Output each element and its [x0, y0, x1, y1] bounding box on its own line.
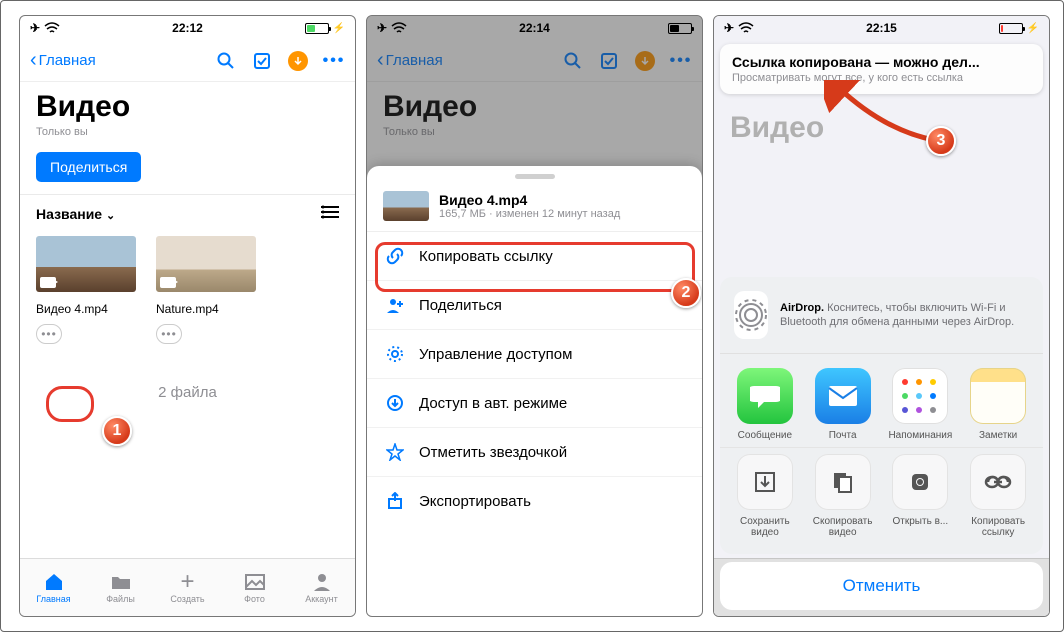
file-count: 2 файла [20, 384, 355, 401]
file-tile[interactable]: Видео 4.mp4 ••• [36, 236, 136, 344]
action-open-in[interactable]: Открыть в... [888, 454, 954, 538]
toast-subtitle: Просматривать могут все, у кого есть ссы… [732, 72, 1031, 84]
ios-share-sheet: AirDrop. Коснитесь, чтобы включить Wi-Fi… [720, 277, 1043, 610]
toast-title: Ссылка копирована — можно дел... [732, 54, 1031, 70]
tab-account[interactable]: Аккаунт [288, 559, 355, 616]
file-thumbnail [156, 236, 256, 292]
share-app-mail[interactable]: Почта [810, 368, 876, 441]
offline-icon [385, 393, 405, 413]
video-icon [40, 277, 56, 288]
file-more-button[interactable]: ••• [156, 324, 182, 344]
airdrop-icon [734, 291, 768, 339]
battery-icon [999, 23, 1023, 34]
cancel-button[interactable]: Отменить [720, 562, 1043, 610]
share-apps-row: Сообщение Почта Напоминания Замет [720, 354, 1043, 447]
search-icon[interactable] [215, 50, 237, 72]
status-time: 22:15 [866, 21, 897, 35]
menu-export[interactable]: Экспортировать [367, 477, 702, 525]
share-app-notes[interactable]: Заметки [965, 368, 1031, 441]
menu-manage-access[interactable]: Управление доступом [367, 330, 702, 379]
charging-icon: ⚡ [333, 23, 345, 34]
sheet-file-title: Видео 4.mp4 [439, 192, 620, 208]
tab-home[interactable]: Главная [20, 559, 87, 616]
file-name: Nature.mp4 [156, 302, 256, 316]
menu-share[interactable]: Поделиться [367, 281, 702, 330]
video-icon [160, 277, 176, 288]
sheet-grabber[interactable] [515, 174, 555, 179]
file-name: Видео 4.mp4 [36, 302, 136, 316]
airdrop-row[interactable]: AirDrop. Коснитесь, чтобы включить Wi-Fi… [720, 277, 1043, 354]
step-badge-1: 1 [102, 416, 132, 446]
action-sheet: Видео 4.mp4 165,7 МБ · изменен 12 минут … [367, 166, 702, 616]
phone-screen-1: ✈ 22:12 ⚡ ‹ Главная ••• Видео Только вы … [19, 15, 356, 617]
back-label: Главная [39, 52, 96, 69]
sort-label: Название [36, 206, 102, 222]
status-bar: ✈ 22:15 ⚡ [714, 16, 1049, 40]
back-button[interactable]: ‹ Главная [30, 49, 96, 72]
menu-star[interactable]: Отметить звездочкой [367, 428, 702, 477]
charging-icon: ⚡ [1027, 23, 1039, 34]
menu-offline[interactable]: Доступ в авт. режиме [367, 379, 702, 428]
file-grid: Видео 4.mp4 ••• Nature.mp4 ••• [20, 232, 355, 348]
phone-screen-2: ✈ 22:14 ‹Главная ••• Видео Только вы Вид… [366, 15, 703, 617]
chevron-left-icon: ‹ [30, 49, 37, 72]
page-subtitle: Только вы [20, 124, 355, 146]
airplane-icon: ✈ [724, 21, 734, 35]
page-title: Видео [20, 82, 355, 124]
sheet-file-meta: 165,7 МБ · изменен 12 минут назад [439, 208, 620, 220]
action-save-video[interactable]: Сохранить видео [732, 454, 798, 538]
export-icon [385, 491, 405, 511]
status-time: 22:12 [172, 21, 203, 35]
file-thumbnail [36, 236, 136, 292]
action-copy-video[interactable]: Скопировать видео [810, 454, 876, 538]
wifi-icon [44, 22, 60, 34]
chevron-down-icon: ⌄ [106, 210, 115, 222]
tab-create[interactable]: +Создать [154, 559, 221, 616]
airplane-icon: ✈ [30, 21, 40, 35]
page-title-blurred: Видео [730, 111, 824, 145]
tab-files[interactable]: Файлы [87, 559, 154, 616]
file-tile[interactable]: Nature.mp4 ••• [156, 236, 256, 344]
status-bar: ✈ 22:12 ⚡ [20, 16, 355, 40]
link-icon [385, 246, 405, 266]
nav-header: ‹ Главная ••• [20, 40, 355, 82]
link-copied-toast: Ссылка копирована — можно дел... Просмат… [720, 44, 1043, 94]
battery-icon [305, 23, 329, 34]
select-icon[interactable] [251, 50, 273, 72]
file-more-button[interactable]: ••• [36, 324, 62, 344]
sort-button[interactable]: Название ⌄ [36, 206, 115, 222]
airdrop-text: AirDrop. Коснитесь, чтобы включить Wi-Fi… [780, 301, 1029, 330]
star-icon [385, 442, 405, 462]
download-badge-icon[interactable] [287, 50, 309, 72]
more-icon[interactable]: ••• [323, 50, 345, 72]
share-button[interactable]: Поделиться [36, 152, 141, 182]
gear-icon [385, 344, 405, 364]
wifi-icon [738, 22, 754, 34]
action-copy-link[interactable]: Копировать ссылку [965, 454, 1031, 538]
tab-bar: Главная Файлы +Создать Фото Аккаунт [20, 558, 355, 616]
share-app-messages[interactable]: Сообщение [732, 368, 798, 441]
tab-photo[interactable]: Фото [221, 559, 288, 616]
menu-copy-link[interactable]: Копировать ссылку [367, 232, 702, 281]
list-view-icon[interactable] [321, 205, 339, 222]
person-plus-icon [385, 295, 405, 315]
share-app-reminders[interactable]: Напоминания [888, 368, 954, 441]
share-actions-row: Сохранить видео Скопировать видео Открыт… [720, 447, 1043, 554]
sheet-thumbnail [383, 191, 429, 221]
phone-screen-3: ✈ 22:15 ⚡ Ссылка копирована — можно дел.… [713, 15, 1050, 617]
